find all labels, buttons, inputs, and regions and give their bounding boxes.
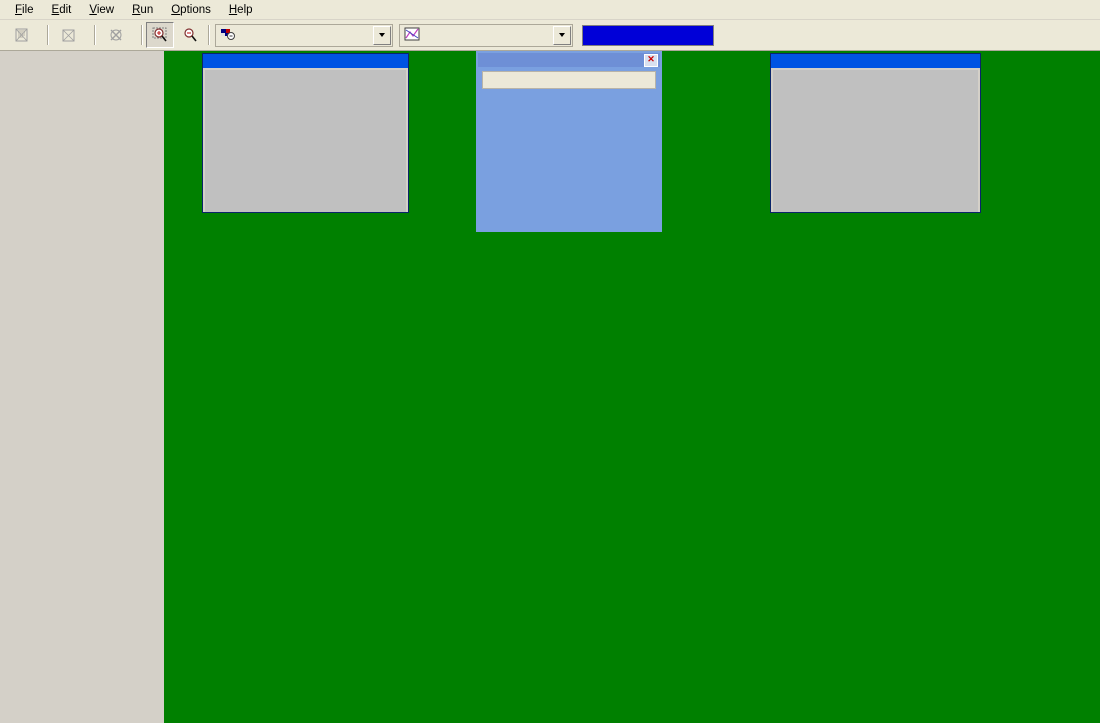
graphs-dropdown[interactable] (399, 23, 573, 47)
detector1-title-bar (771, 54, 980, 68)
graphs-chevron-down-icon[interactable] (553, 25, 571, 45)
toolbar-separator-4 (208, 25, 209, 45)
legend-title-bar: ✕ (478, 53, 660, 67)
simulation-progress-bar (582, 24, 714, 46)
new-button[interactable] (5, 22, 43, 48)
vehicle-colors-dropdown[interactable] (215, 23, 393, 47)
vehicle-colors-icon (220, 27, 236, 43)
progress-label (583, 26, 713, 45)
open-folder-icon (61, 27, 77, 43)
zoom-in-button[interactable] (146, 22, 174, 48)
main-area: ✕ (0, 51, 1100, 723)
graph-icon (404, 27, 420, 43)
open-button[interactable] (52, 22, 90, 48)
sidebar (0, 51, 164, 723)
close-button[interactable] (99, 22, 137, 48)
toolbar-separator-2 (94, 25, 95, 45)
close-file-icon (108, 27, 124, 43)
toolbar-separator-3 (141, 25, 142, 45)
menu-item-file[interactable]: File (6, 2, 43, 18)
detector1-plot (773, 70, 978, 212)
new-file-icon (14, 27, 30, 43)
zoom-out-button[interactable] (176, 22, 204, 48)
legend-rows (482, 71, 656, 89)
toolbar-separator-1 (47, 25, 48, 45)
zoom-out-icon (182, 27, 198, 43)
detector2-window[interactable] (202, 53, 409, 213)
menu-item-view[interactable]: View (80, 2, 123, 18)
menu-bar: File Edit View Run Options Help (0, 0, 1100, 20)
detector2-plot (205, 70, 406, 212)
toolbar (0, 20, 1100, 51)
detector1-window[interactable] (770, 53, 981, 213)
menu-item-run[interactable]: Run (123, 2, 162, 18)
menu-item-options[interactable]: Options (162, 2, 220, 18)
vehicle-colors-chevron-down-icon[interactable] (373, 25, 391, 45)
simulation-canvas[interactable]: ✕ (164, 51, 1100, 723)
zoom-in-icon (152, 27, 168, 43)
menu-item-help[interactable]: Help (220, 2, 262, 18)
menu-item-edit[interactable]: Edit (43, 2, 81, 18)
detector2-title-bar (203, 54, 408, 68)
legend-window[interactable]: ✕ (476, 51, 662, 232)
close-icon[interactable]: ✕ (644, 53, 658, 67)
